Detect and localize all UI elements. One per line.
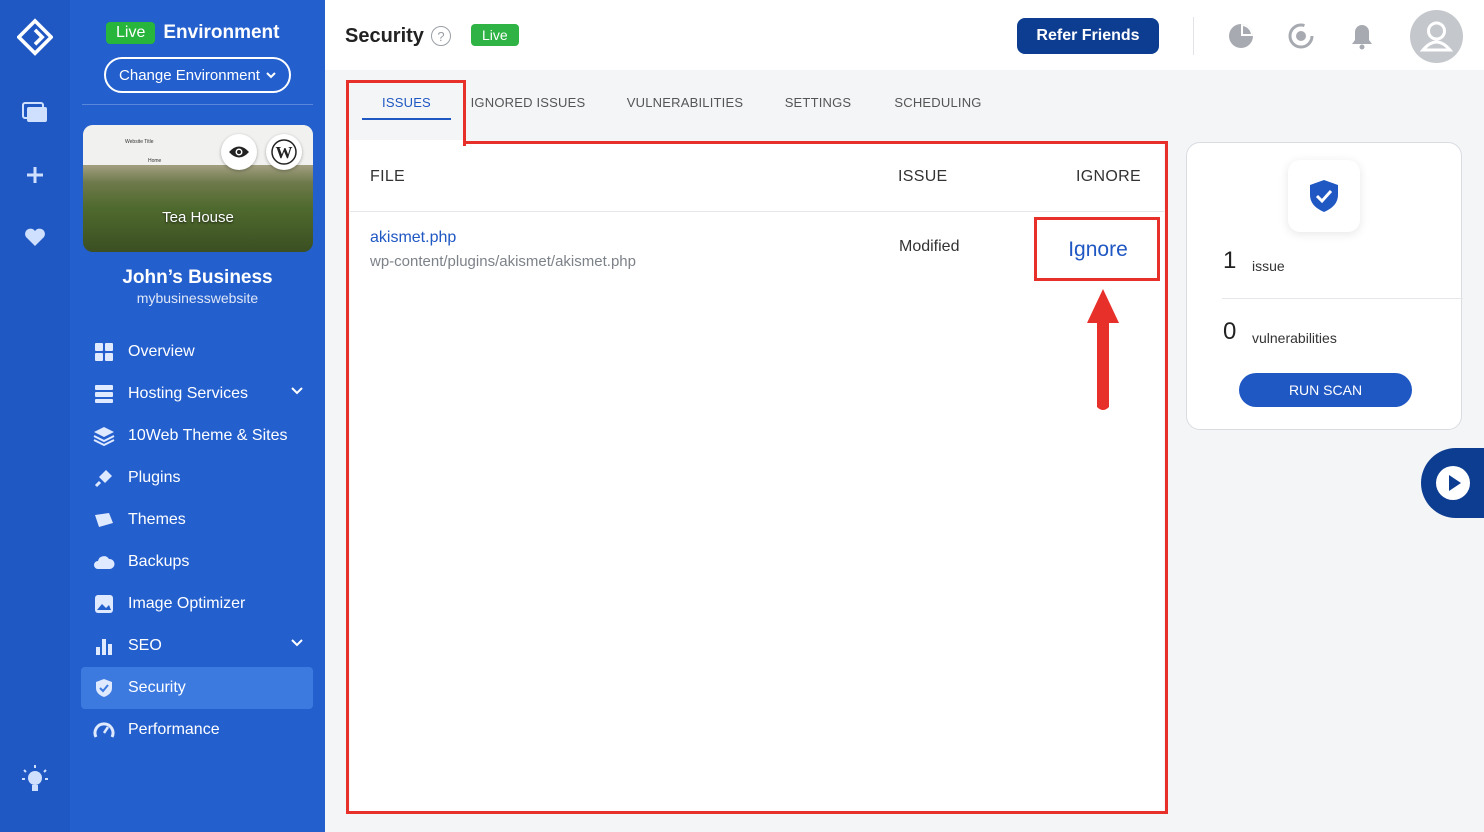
top-header: Security ? Live Refer Friends — [325, 0, 1484, 70]
sidebar-item-hosting-services[interactable]: Hosting Services — [81, 373, 313, 415]
shield-icon — [93, 677, 115, 699]
sidebar-item-plugins[interactable]: Plugins — [81, 457, 313, 499]
tab-issues[interactable]: ISSUES — [348, 84, 465, 120]
sidebar-item-themes[interactable]: Themes — [81, 499, 313, 541]
environment-indicator: Live Environment — [106, 22, 279, 44]
wordpress-icon[interactable]: W — [266, 134, 302, 170]
sidebar-item-security[interactable]: Security — [81, 667, 313, 709]
chevron-down-icon[interactable] — [291, 639, 303, 647]
header-divider — [1193, 17, 1194, 55]
sidebar-item-10web-theme[interactable]: 10Web Theme & Sites — [81, 415, 313, 457]
run-scan-button[interactable]: RUN SCAN — [1239, 373, 1412, 407]
sidebar-item-label: 10Web Theme & Sites — [128, 427, 288, 444]
plug-icon — [93, 467, 115, 489]
svg-text:W: W — [276, 143, 293, 162]
heart-icon[interactable] — [17, 219, 53, 255]
column-header-file: FILE — [370, 168, 405, 185]
sidebar-item-label: Themes — [128, 511, 186, 528]
annotation-arrow-icon — [1087, 289, 1119, 410]
page-title: Security — [345, 25, 424, 47]
sidebar-item-label: Overview — [128, 343, 195, 360]
issues-table: FILE ISSUE IGNORE akismet.php wp-content… — [350, 143, 1164, 812]
tab-settings[interactable]: SETTINGS — [778, 84, 858, 120]
thumbnail-site-heading: Website Title — [125, 139, 154, 145]
thumbnail-nav-text: Home — [148, 158, 162, 164]
ignore-button[interactable]: Ignore — [1038, 220, 1158, 280]
tab-vulnerabilities[interactable]: VULNERABILITIES — [618, 84, 752, 120]
sidebar-divider — [82, 104, 313, 105]
chevron-down-icon[interactable] — [291, 387, 303, 395]
tab-ignored-issues[interactable]: IGNORED ISSUES — [468, 84, 588, 120]
bar-chart-icon — [93, 635, 115, 657]
sidebar-item-label: SEO — [128, 637, 162, 654]
vulnerabilities-count: 0 — [1223, 318, 1237, 345]
issue-status: Modified — [899, 238, 960, 255]
site-url: mybusinesswebsite — [136, 290, 259, 306]
change-environment-button[interactable]: Change Environment — [104, 57, 291, 93]
preview-eye-icon[interactable] — [221, 134, 257, 170]
highlight-box-joint — [349, 140, 463, 146]
video-tutorial-button[interactable] — [1421, 448, 1484, 518]
sidebar-item-backups[interactable]: Backups — [81, 541, 313, 583]
issues-label: issue — [1252, 258, 1285, 274]
avatar[interactable] — [1410, 10, 1463, 63]
help-icon[interactable]: ? — [431, 26, 451, 46]
lightbulb-icon[interactable] — [17, 763, 53, 799]
change-environment-label: Change Environment — [119, 66, 260, 84]
websites-icon[interactable] — [17, 95, 53, 131]
sidebar-item-overview[interactable]: Overview — [81, 331, 313, 373]
live-badge: Live — [471, 24, 519, 46]
server-icon — [93, 383, 115, 405]
bell-icon[interactable] — [1346, 20, 1378, 52]
active-tab-indicator — [362, 118, 451, 120]
chevron-down-icon — [266, 71, 276, 78]
file-name-link[interactable]: akismet.php — [370, 229, 456, 247]
sidebar-item-image-optimizer[interactable]: Image Optimizer — [81, 583, 313, 625]
sidebar-nav: Overview Hosting Services 10Web Theme & … — [81, 331, 313, 751]
environment-label: Environment — [163, 22, 280, 43]
logo-icon[interactable] — [17, 18, 53, 56]
icon-rail — [0, 0, 70, 832]
site-name: John’s Business — [122, 267, 273, 288]
site-thumbnail[interactable]: Website Title Home Tea House W — [83, 125, 313, 252]
sidebar-item-seo[interactable]: SEO — [81, 625, 313, 667]
pie-chart-icon[interactable] — [1225, 20, 1257, 52]
column-header-ignore: IGNORE — [1076, 168, 1141, 185]
cloud-icon — [93, 551, 115, 573]
speed-icon[interactable] — [1285, 20, 1317, 52]
live-badge: Live — [106, 22, 156, 44]
vulnerabilities-label: vulnerabilities — [1252, 330, 1337, 346]
header-divider — [350, 211, 1164, 212]
sidebar-item-label: Hosting Services — [128, 385, 249, 402]
column-header-issue: ISSUE — [898, 168, 948, 185]
tab-scheduling[interactable]: SCHEDULING — [888, 84, 988, 120]
sidebar-item-label: Performance — [128, 721, 220, 738]
scan-summary-panel: 1 issue 0 vulnerabilities RUN SCAN — [1186, 142, 1463, 430]
image-icon — [93, 593, 115, 615]
sidebar-item-label: Backups — [128, 553, 190, 570]
sidebar-item-label: Plugins — [128, 469, 181, 486]
play-icon — [1435, 466, 1470, 500]
add-icon[interactable] — [17, 157, 53, 193]
stats-divider — [1222, 298, 1463, 299]
gauge-icon — [93, 719, 115, 741]
sidebar-item-performance[interactable]: Performance — [81, 709, 313, 751]
sidebar: Live Environment Change Environment Webs… — [70, 0, 325, 832]
layers-icon — [93, 425, 115, 447]
refer-friends-button[interactable]: Refer Friends — [1017, 18, 1159, 54]
issues-count: 1 — [1223, 247, 1237, 274]
sidebar-item-label: Security — [128, 679, 186, 696]
thumbnail-title: Tea House — [162, 209, 234, 226]
file-path: wp-content/plugins/akismet/akismet.php — [370, 253, 636, 270]
sidebar-item-label: Image Optimizer — [128, 595, 246, 612]
brush-icon — [93, 509, 115, 531]
grid-icon — [93, 341, 115, 363]
shield-check-icon — [1288, 160, 1360, 232]
